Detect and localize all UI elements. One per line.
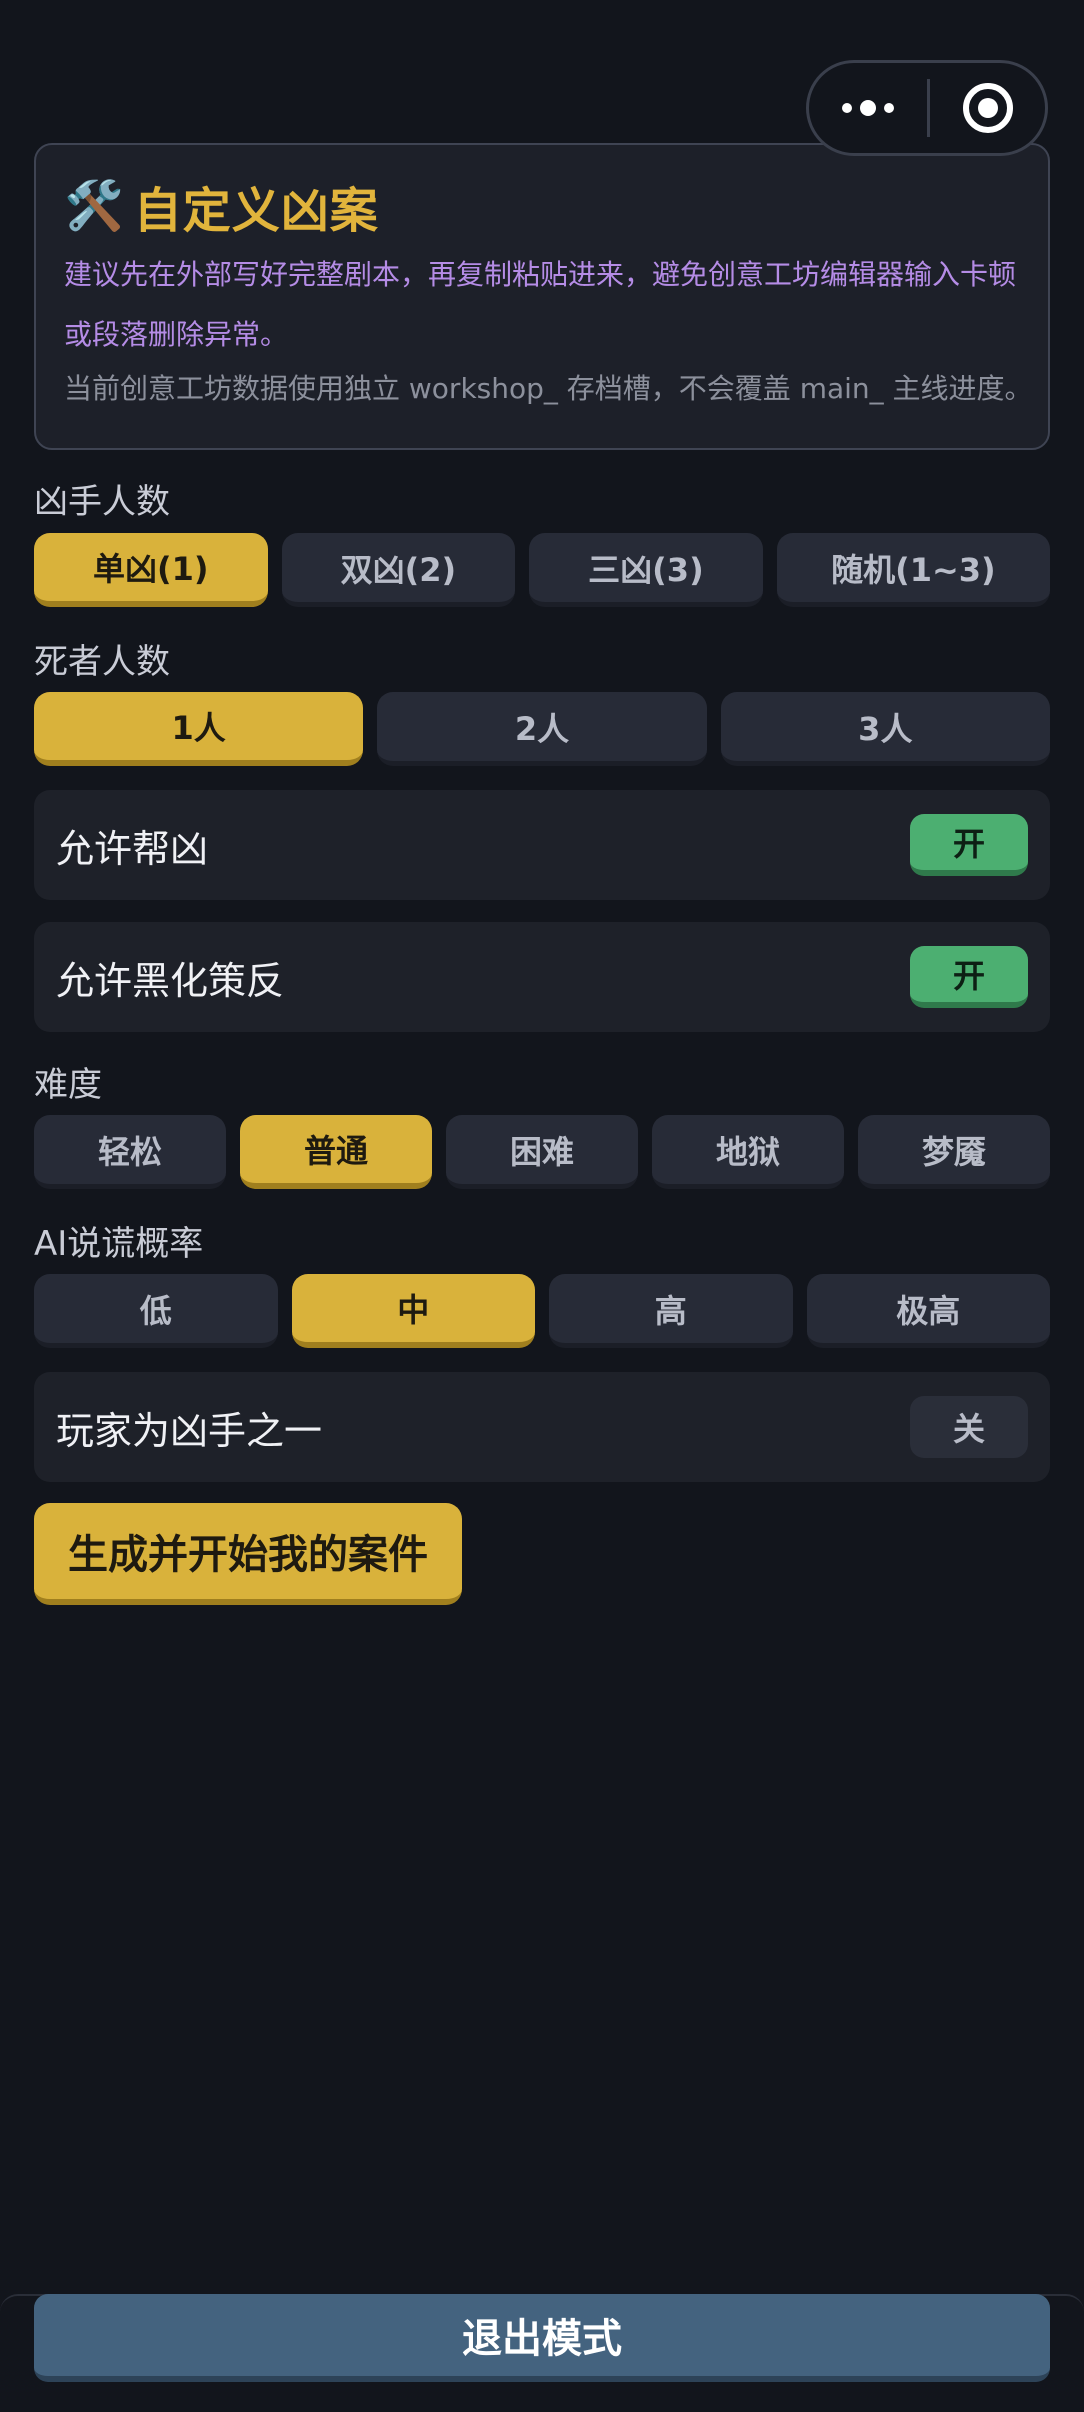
more-dots-icon[interactable]	[809, 63, 927, 153]
difficulty-option-easy[interactable]: 轻松	[34, 1115, 226, 1189]
accomplice-row: 允许帮凶 开	[34, 790, 1050, 900]
target-icon[interactable]	[930, 63, 1045, 153]
tools-icon: 🛠️	[64, 178, 124, 234]
lie-rate-option-high[interactable]: 高	[549, 1274, 793, 1348]
killers-option-2[interactable]: 双凶(2)	[281, 533, 516, 607]
difficulty-option-normal[interactable]: 普通	[240, 1115, 432, 1189]
player-killer-toggle[interactable]: 关	[910, 1396, 1028, 1458]
tip-text: 建议先在外部写好完整剧本，再复制粘贴进来，避免创意工坊编辑器输入卡顿或段落删除异…	[64, 258, 1017, 351]
killers-selector: 单凶(1) 双凶(2) 三凶(3) 随机(1~3)	[34, 533, 1051, 607]
mini-program-capsule	[806, 60, 1048, 156]
lie-rate-option-very-high[interactable]: 极高	[806, 1274, 1050, 1348]
victims-label: 死者人数	[34, 642, 170, 682]
corruption-toggle[interactable]: 开	[910, 946, 1028, 1008]
info-card: 🛠️ 自定义凶案 建议先在外部写好完整剧本，再复制粘贴进来，避免创意工坊编辑器输…	[34, 143, 1050, 450]
victims-selector: 1人 2人 3人	[34, 692, 1050, 766]
generate-case-button[interactable]: 生成并开始我的案件	[34, 1503, 462, 1605]
killers-option-3[interactable]: 三凶(3)	[529, 533, 763, 607]
killers-option-1[interactable]: 单凶(1)	[34, 533, 268, 607]
lie-rate-selector: 低 中 高 极高	[34, 1274, 1050, 1348]
player-killer-row: 玩家为凶手之一 关	[34, 1372, 1050, 1482]
victims-option-1[interactable]: 1人	[34, 692, 364, 766]
difficulty-label: 难度	[34, 1065, 102, 1105]
victims-option-3[interactable]: 3人	[720, 692, 1050, 766]
note-text: 当前创意工坊数据使用独立 workshop_ 存档槽，不会覆盖 main_ 主线…	[64, 372, 1033, 405]
corruption-row: 允许黑化策反 开	[34, 922, 1050, 1032]
corruption-label: 允许黑化策反	[56, 958, 285, 1003]
difficulty-option-hell[interactable]: 地狱	[652, 1115, 844, 1189]
killers-option-random[interactable]: 随机(1~3)	[776, 533, 1051, 607]
difficulty-selector: 轻松 普通 困难 地狱 梦魇	[34, 1115, 1050, 1189]
accomplice-label: 允许帮凶	[56, 826, 209, 871]
accomplice-toggle[interactable]: 开	[910, 814, 1028, 876]
page-title: 自定义凶案	[133, 183, 379, 239]
lie-rate-option-mid[interactable]: 中	[291, 1274, 535, 1348]
exit-mode-button[interactable]: 退出模式	[34, 2294, 1050, 2382]
victims-option-2[interactable]: 2人	[377, 692, 707, 766]
difficulty-option-hard[interactable]: 困难	[446, 1115, 638, 1189]
lie-rate-label: AI说谎概率	[34, 1224, 204, 1264]
lie-rate-option-low[interactable]: 低	[34, 1274, 278, 1348]
difficulty-option-nightmare[interactable]: 梦魇	[858, 1115, 1050, 1189]
player-killer-label: 玩家为凶手之一	[56, 1408, 323, 1453]
killers-label: 凶手人数	[34, 482, 170, 522]
